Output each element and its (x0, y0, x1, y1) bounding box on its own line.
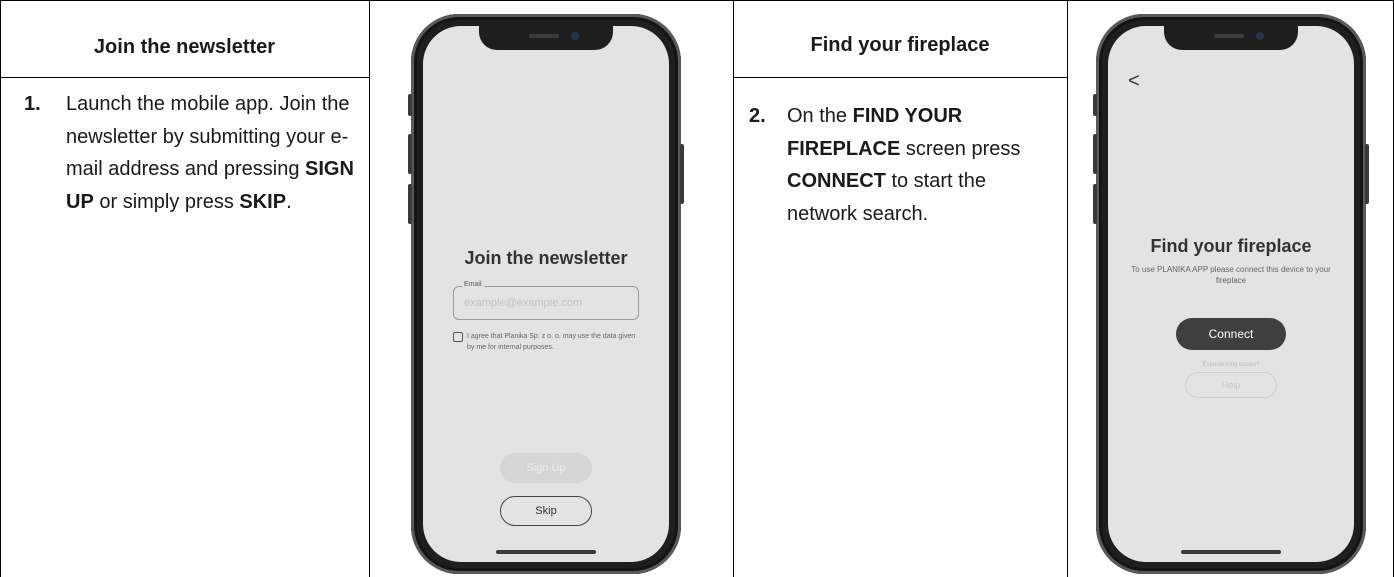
column-divider-1 (369, 0, 370, 577)
skip-button[interactable]: Skip (500, 496, 592, 526)
column-divider-3 (1067, 0, 1068, 577)
email-field[interactable]: Email example@example.com (453, 281, 639, 320)
connect-button[interactable]: Connect (1176, 318, 1286, 350)
phone-screen: < Find your fireplace To use PLANIKA APP… (1108, 26, 1354, 562)
home-indicator (496, 550, 596, 554)
phone-mockup-find-fireplace: < Find your fireplace To use PLANIKA APP… (1093, 14, 1369, 574)
phone-side-button (408, 184, 412, 224)
phone-side-button (408, 134, 412, 174)
phone-side-button (1093, 134, 1097, 174)
table-left-border (0, 0, 1, 577)
header-row-divider-1 (0, 77, 369, 78)
consent-checkbox[interactable] (453, 332, 463, 342)
consent-label: I agree that Planika Sp. z o. o. may use… (467, 333, 636, 351)
step-text-part: screen press (900, 137, 1021, 160)
column-header-join-newsletter: Join the newsletter (93, 36, 276, 58)
step-text-part: . (286, 190, 292, 213)
email-field-label: Email (462, 281, 484, 288)
column-divider-2 (733, 0, 734, 577)
phone-screen: Join the newsletter Email example@exampl… (423, 26, 669, 562)
phone-side-button (1093, 184, 1097, 224)
header-row-divider-3 (733, 77, 1067, 78)
find-fireplace-screen-title: Find your fireplace (1150, 236, 1312, 256)
connect-emphasis: CONNECT (787, 170, 886, 192)
speaker-grille (529, 34, 559, 38)
sign-up-button[interactable]: Sign Up (500, 453, 592, 483)
phone-side-button (1365, 144, 1369, 204)
speaker-grille (1214, 34, 1244, 38)
phone-side-button (680, 144, 684, 204)
front-camera-icon (571, 32, 579, 40)
newsletter-screen-title: Join the newsletter (464, 248, 628, 268)
help-button[interactable]: Help (1185, 372, 1277, 398)
step-number: 1. (24, 93, 41, 115)
phone-notch (479, 26, 613, 50)
phone-side-button (1093, 94, 1097, 116)
phone-side-button (408, 94, 412, 116)
step-text: On the FIND YOUR FIREPLACE screen press … (787, 100, 1042, 230)
step-text: Launch the mobile app. Join the newslett… (66, 88, 361, 218)
front-camera-icon (1256, 32, 1264, 40)
step-text-part: or simply press (93, 190, 240, 213)
email-placeholder: example@example.com (464, 297, 583, 309)
column-header-find-fireplace: Find your fireplace (810, 34, 990, 56)
step-number: 2. (749, 105, 766, 127)
back-arrow-icon[interactable]: < (1128, 70, 1140, 93)
phone-notch (1164, 26, 1298, 50)
experiencing-issues-text: Experiencing issues? (1202, 362, 1260, 368)
connect-instruction-text: To use PLANIKA APP please connect this d… (1131, 265, 1331, 285)
table-top-border (0, 0, 1394, 1)
step-text-part: On the (787, 105, 853, 127)
phone-mockup-newsletter: Join the newsletter Email example@exampl… (408, 14, 684, 574)
home-indicator (1181, 550, 1281, 554)
skip-emphasis: SKIP (239, 190, 287, 213)
